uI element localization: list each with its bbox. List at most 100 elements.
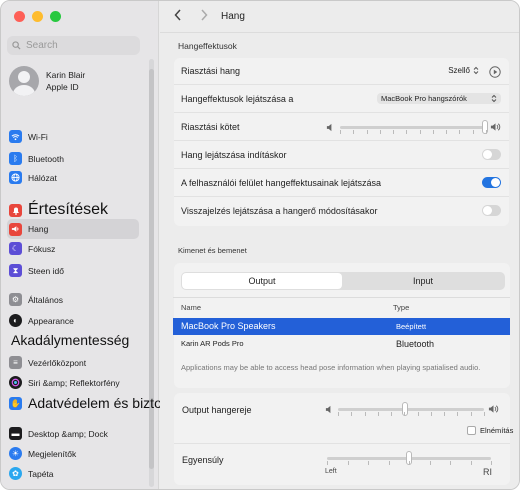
output-device-popup[interactable]: MacBook Pro hangszórók	[377, 93, 501, 104]
startup-sound-toggle[interactable]	[482, 149, 501, 160]
sidebar-item-wifi[interactable]: Wi‑Fi	[9, 130, 48, 143]
wallpaper-icon: ✿	[9, 467, 22, 480]
appearance-icon: ◐	[9, 314, 22, 327]
ui-sound-effects-label: A felhasználói felület hangeffektusainak…	[181, 178, 381, 188]
alert-volume-label: Riasztási kötet	[181, 122, 240, 132]
close-button[interactable]	[14, 11, 25, 22]
sidebar-item-notifications[interactable]: Értesítések	[9, 201, 108, 219]
slider-tick	[406, 130, 408, 134]
updown-chevron-icon	[491, 94, 497, 103]
slider-tick	[446, 130, 448, 134]
tab-input[interactable]: Input	[343, 273, 503, 289]
user-name: Karin Blair	[46, 70, 86, 80]
back-button[interactable]	[174, 9, 182, 24]
avatar	[9, 66, 39, 96]
minimize-button[interactable]	[32, 11, 43, 22]
startup-sound-label: Hang lejátszása indításkor	[181, 150, 287, 160]
mute-checkbox[interactable]	[467, 426, 476, 435]
play-button[interactable]	[489, 65, 501, 83]
sidebar-item-accessibility[interactable]: Akadálymentesség	[11, 332, 129, 348]
sidebar-item-sound[interactable]: Hang	[7, 219, 139, 239]
alert-sound-popup[interactable]: Szellő	[448, 66, 479, 75]
play-effects-through-row: Hangeffektusok lejátszása a MacBook Pro …	[174, 86, 509, 113]
chevron-right-icon	[201, 9, 208, 21]
slider-tick	[472, 130, 474, 134]
gear-icon: ⚙	[9, 293, 22, 306]
sidebar-item-network[interactable]: Hálózat	[9, 171, 57, 184]
slider-tick	[391, 412, 393, 416]
slider-tick	[368, 461, 369, 465]
device-name: Karin AR Pods Pro	[181, 339, 244, 348]
alert-volume-slider-track	[340, 126, 486, 129]
hourglass-icon: ⧗	[9, 264, 22, 277]
tab-output[interactable]: Output	[182, 273, 342, 289]
chevron-left-icon	[174, 9, 181, 21]
search-placeholder: Search	[26, 40, 58, 51]
sidebar-item-general[interactable]: ⚙ Általános	[9, 293, 63, 306]
slider-tick	[338, 412, 339, 416]
sidebar-item-label: Tapéta	[28, 468, 54, 479]
output-input-segmented-control: Output Input	[181, 272, 505, 290]
traffic-lights	[14, 11, 61, 22]
slider-tick	[429, 461, 431, 465]
sidebar-item-displays[interactable]: ☀ Megjelenítők	[9, 447, 76, 460]
speaker-icon	[9, 222, 22, 236]
ui-sound-effects-toggle[interactable]	[482, 177, 501, 188]
volume-feedback-label: Visszajelzés lejátszása a hangerő módosí…	[181, 206, 378, 216]
column-header-type[interactable]: Type	[393, 303, 409, 312]
search-field[interactable]: Search	[7, 36, 140, 55]
slider-tick	[353, 130, 355, 134]
sidebar-item-siri[interactable]: Siri &amp; Reflektorfény	[9, 376, 120, 389]
zoom-button[interactable]	[50, 11, 61, 22]
output-volume-slider-track	[338, 408, 484, 411]
sidebar-item-label: Akadálymentesség	[11, 332, 130, 348]
output-input-header: Kimenet és bemenet	[178, 246, 247, 255]
sidebar-item-appearance[interactable]: ◐ Appearance	[9, 314, 74, 327]
column-header-name[interactable]: Name	[181, 303, 201, 312]
sidebar-item-label: Bluetooth	[28, 153, 64, 164]
sidebar-item-label: Megjelenítők	[28, 448, 77, 459]
ui-sound-effects-row: A felhasználói felület hangeffektusainak…	[174, 170, 509, 197]
slider-tick	[393, 130, 395, 134]
mute-checkbox-group[interactable]: Elnémítás	[467, 426, 513, 435]
sidebar-item-focus[interactable]: ☾ Fókusz	[9, 242, 55, 255]
user-subtitle: Apple ID	[46, 82, 79, 92]
forward-button[interactable]	[200, 9, 208, 24]
sidebar-item-label: Általános	[28, 294, 63, 305]
slider-tick	[419, 130, 421, 134]
sound-effects-header: Hangeffektusok	[178, 41, 237, 51]
sidebar-item-desktop-dock[interactable]: ▬ Desktop &amp; Dock	[9, 427, 108, 440]
sidebar-item-screen-time[interactable]: ⧗ Steen idő	[9, 264, 64, 277]
table-row[interactable]: Karin AR Pods Pro Bluetooth	[173, 336, 510, 353]
table-divider	[173, 297, 510, 298]
siri-icon	[9, 376, 22, 389]
slider-tick	[340, 130, 341, 134]
spatial-audio-note: Applications may be able to access head …	[181, 363, 481, 372]
alert-sound-value: Szellő	[448, 66, 470, 75]
slider-tick	[351, 412, 353, 416]
sidebar-item-label: Hang	[28, 224, 49, 234]
slider-tick	[366, 130, 368, 134]
slider-tick	[404, 412, 406, 416]
sidebar-item-label: Értesítések	[28, 201, 109, 218]
sidebar-item-label: Siri &amp; Reflektorfény	[28, 377, 120, 388]
sidebar-item-wallpaper[interactable]: ✿ Tapéta	[9, 467, 54, 480]
slider-tick	[327, 461, 328, 465]
sidebar-item-label: Desktop &amp; Dock	[28, 428, 108, 439]
play-icon	[489, 66, 501, 78]
speaker-high-icon	[488, 405, 499, 413]
slider-tick	[388, 461, 390, 465]
table-row[interactable]: MacBook Pro Speakers Beépített	[173, 318, 510, 335]
apple-id-account[interactable]: Karin Blair Apple ID	[9, 66, 85, 96]
volume-feedback-toggle[interactable]	[482, 205, 501, 216]
slider-tick	[486, 130, 487, 134]
panel-divider	[174, 443, 510, 444]
control-center-icon: ≡	[9, 356, 22, 369]
device-type: Bluetooth	[396, 339, 435, 349]
toolbar-divider	[160, 32, 519, 33]
bluetooth-icon: ᛒ	[9, 152, 22, 165]
sidebar-item-control-center[interactable]: ≡ Vezérlőközpont	[9, 356, 86, 369]
speaker-low-icon	[326, 123, 332, 132]
display-icon: ☀	[9, 447, 22, 460]
sidebar-item-bluetooth[interactable]: ᛒ Bluetooth	[9, 152, 64, 165]
